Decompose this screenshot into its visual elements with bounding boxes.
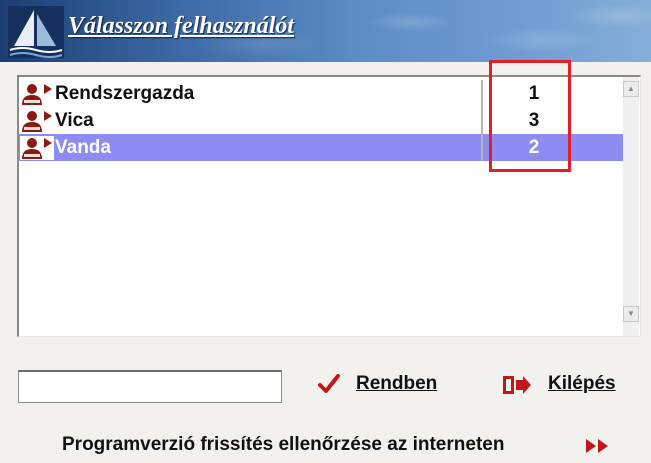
user-rows: Rendszergazda 1 Vica 3 Vanda 2 [19,80,623,161]
user-icon [22,111,52,132]
user-number: 1 [528,83,540,104]
user-name: Vica [55,110,94,131]
user-row-vica[interactable]: Vica 3 [19,107,623,134]
user-name: Vanda [55,137,111,158]
user-icon [22,84,52,105]
check-updates-label: Programverzió frissítés ellenőrzése az i… [62,434,505,455]
checkmark-icon [318,374,340,393]
user-number: 2 [528,137,540,158]
double-arrow-right-icon [586,439,608,453]
user-row-vanda[interactable]: Vanda 2 [19,134,623,161]
user-name: Rendszergazda [55,83,195,104]
user-search-input[interactable] [18,370,282,403]
user-number: 3 [528,110,540,131]
column-divider [481,134,483,161]
ok-button-label: Rendben [356,373,438,394]
list-scrollbar[interactable]: ▲ ▼ [623,77,639,336]
check-updates-link[interactable]: Programverzió frissítés ellenőrzése az i… [62,434,608,460]
title-banner: Válasszon felhasználót [0,0,651,62]
user-icon [20,136,54,160]
scroll-up-arrow-icon[interactable]: ▲ [623,81,639,97]
user-row-rendszergazda[interactable]: Rendszergazda 1 [19,80,623,107]
user-list[interactable]: Rendszergazda 1 Vica 3 Vanda 2 ▲ ▼ [17,75,641,337]
exit-door-icon [503,376,531,394]
sailboat-logo-icon [8,6,64,58]
exit-button-label: Kilépés [548,373,616,394]
column-divider [481,107,483,134]
dialog-title: Válasszon felhasználót [68,13,295,39]
scroll-down-arrow-icon[interactable]: ▼ [623,306,639,322]
column-divider [481,80,483,107]
